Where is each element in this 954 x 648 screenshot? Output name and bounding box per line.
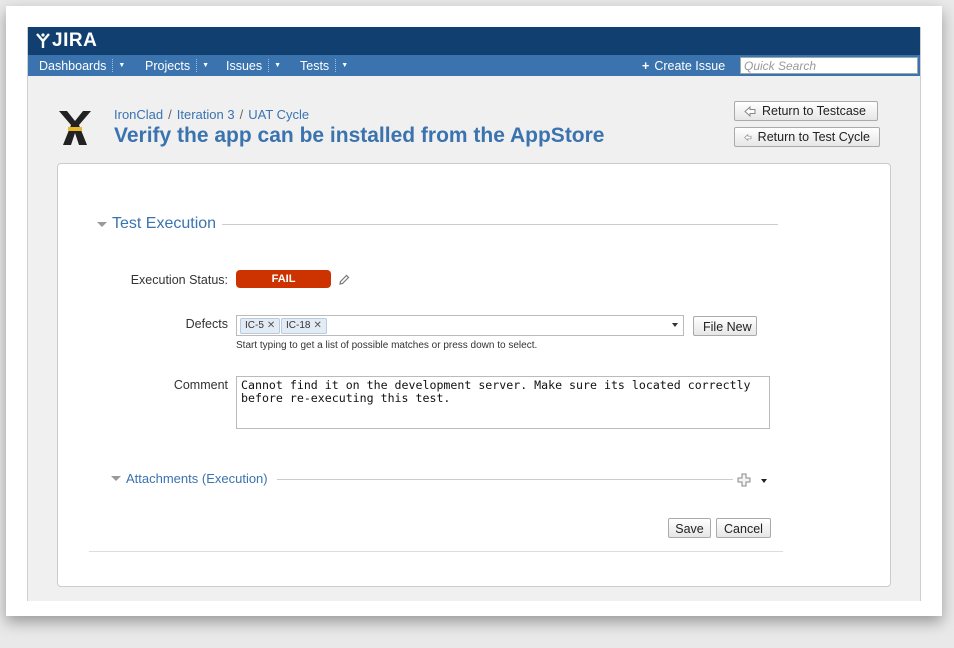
- back-arrow-icon: [744, 105, 756, 117]
- nav-tests-dropdown-icon[interactable]: ▼: [335, 59, 348, 72]
- add-attachment-plus-icon[interactable]: [737, 473, 751, 487]
- jira-logo[interactable]: JIRA: [36, 30, 97, 52]
- return-to-testcase-button[interactable]: Return to Testcase: [734, 101, 878, 121]
- edit-pencil-icon[interactable]: [339, 274, 350, 285]
- defects-label: Defects: [185, 317, 228, 331]
- jira-logo-icon: [36, 33, 50, 48]
- chevron-down-icon[interactable]: [672, 323, 678, 327]
- test-execution-title: Test Execution: [112, 215, 217, 232]
- comment-textarea[interactable]: Cannot find it on the development server…: [236, 376, 770, 429]
- panel-bottom-divider: [89, 551, 783, 552]
- defect-chip-label: IC-5: [245, 320, 264, 331]
- project-avatar: [55, 107, 95, 152]
- main-nav-bar: Dashboards ▼ Projects ▼ Issues ▼ Tests ▼…: [28, 55, 920, 76]
- section-divider: [277, 479, 733, 480]
- breadcrumb-separator: /: [168, 107, 172, 122]
- return-to-test-cycle-button[interactable]: Return to Test Cycle: [734, 127, 880, 147]
- attachments-header[interactable]: Attachments (Execution): [111, 471, 268, 486]
- execution-panel: Test Execution Execution Status: FAIL De…: [57, 163, 891, 587]
- nav-dashboards-label: Dashboards: [39, 58, 107, 73]
- collapse-triangle-icon[interactable]: [97, 221, 107, 227]
- collapse-triangle-icon[interactable]: [111, 476, 121, 481]
- comment-label: Comment: [173, 378, 228, 392]
- defects-picker-input[interactable]: IC-5 ✕ IC-18 ✕: [236, 315, 684, 336]
- file-new-button[interactable]: File New: [693, 316, 757, 336]
- remove-chip-icon[interactable]: ✕: [313, 320, 321, 331]
- nav-projects-dropdown-icon[interactable]: ▼: [196, 59, 209, 72]
- attachments-menu-chevron-down-icon[interactable]: [761, 479, 767, 483]
- nav-dashboards[interactable]: Dashboards ▼: [39, 55, 125, 76]
- attachments-title: Attachments (Execution): [126, 471, 268, 486]
- nav-projects-label: Projects: [145, 58, 191, 73]
- breadcrumb-separator: /: [239, 107, 244, 122]
- nav-issues-label: Issues: [226, 58, 263, 73]
- defect-chip[interactable]: IC-5 ✕: [240, 318, 281, 334]
- create-issue-button[interactable]: + Create Issue: [642, 55, 725, 76]
- test-execution-header[interactable]: Test Execution: [97, 215, 216, 233]
- nav-dashboards-dropdown-icon[interactable]: ▼: [112, 59, 125, 72]
- cancel-button[interactable]: Cancel: [716, 518, 771, 538]
- back-arrow-icon: [744, 133, 752, 141]
- return-to-testcase-label: Return to Testcase: [762, 104, 866, 118]
- jira-app-window: JIRA Dashboards ▼ Projects ▼ Issues ▼ Te…: [27, 27, 921, 601]
- nav-issues[interactable]: Issues ▼: [226, 55, 281, 76]
- ironclad-ninja-icon: [59, 111, 91, 145]
- section-divider: [222, 224, 778, 225]
- nav-tests[interactable]: Tests ▼: [300, 55, 348, 76]
- breadcrumb: IronClad / Iteration 3 / UAT Cycle: [114, 107, 309, 122]
- save-button[interactable]: Save: [668, 518, 711, 538]
- logo-text: JIRA: [52, 30, 98, 51]
- nav-issues-dropdown-icon[interactable]: ▼: [268, 59, 281, 72]
- nav-tests-label: Tests: [300, 58, 330, 73]
- plus-icon: +: [642, 59, 650, 73]
- breadcrumb-iteration-link[interactable]: Iteration 3: [177, 107, 235, 122]
- defect-chip[interactable]: IC-18 ✕: [281, 318, 327, 334]
- defects-hint-text: Start typing to get a list of possible m…: [236, 340, 538, 351]
- nav-projects[interactable]: Projects ▼: [145, 55, 209, 76]
- quick-search-input[interactable]: [740, 57, 918, 74]
- create-issue-label: Create Issue: [654, 59, 726, 73]
- execution-status-label: Execution Status:: [130, 273, 228, 287]
- execution-status-badge[interactable]: FAIL: [236, 270, 331, 288]
- breadcrumb-project-link[interactable]: IronClad: [114, 107, 163, 122]
- return-to-test-cycle-label: Return to Test Cycle: [757, 130, 870, 144]
- remove-chip-icon[interactable]: ✕: [267, 320, 275, 331]
- page-title: Verify the app can be installed from the…: [114, 124, 605, 147]
- top-header: JIRA: [28, 27, 920, 55]
- breadcrumb-cycle-link[interactable]: UAT Cycle: [248, 107, 309, 122]
- defect-chip-label: IC-18: [286, 320, 311, 331]
